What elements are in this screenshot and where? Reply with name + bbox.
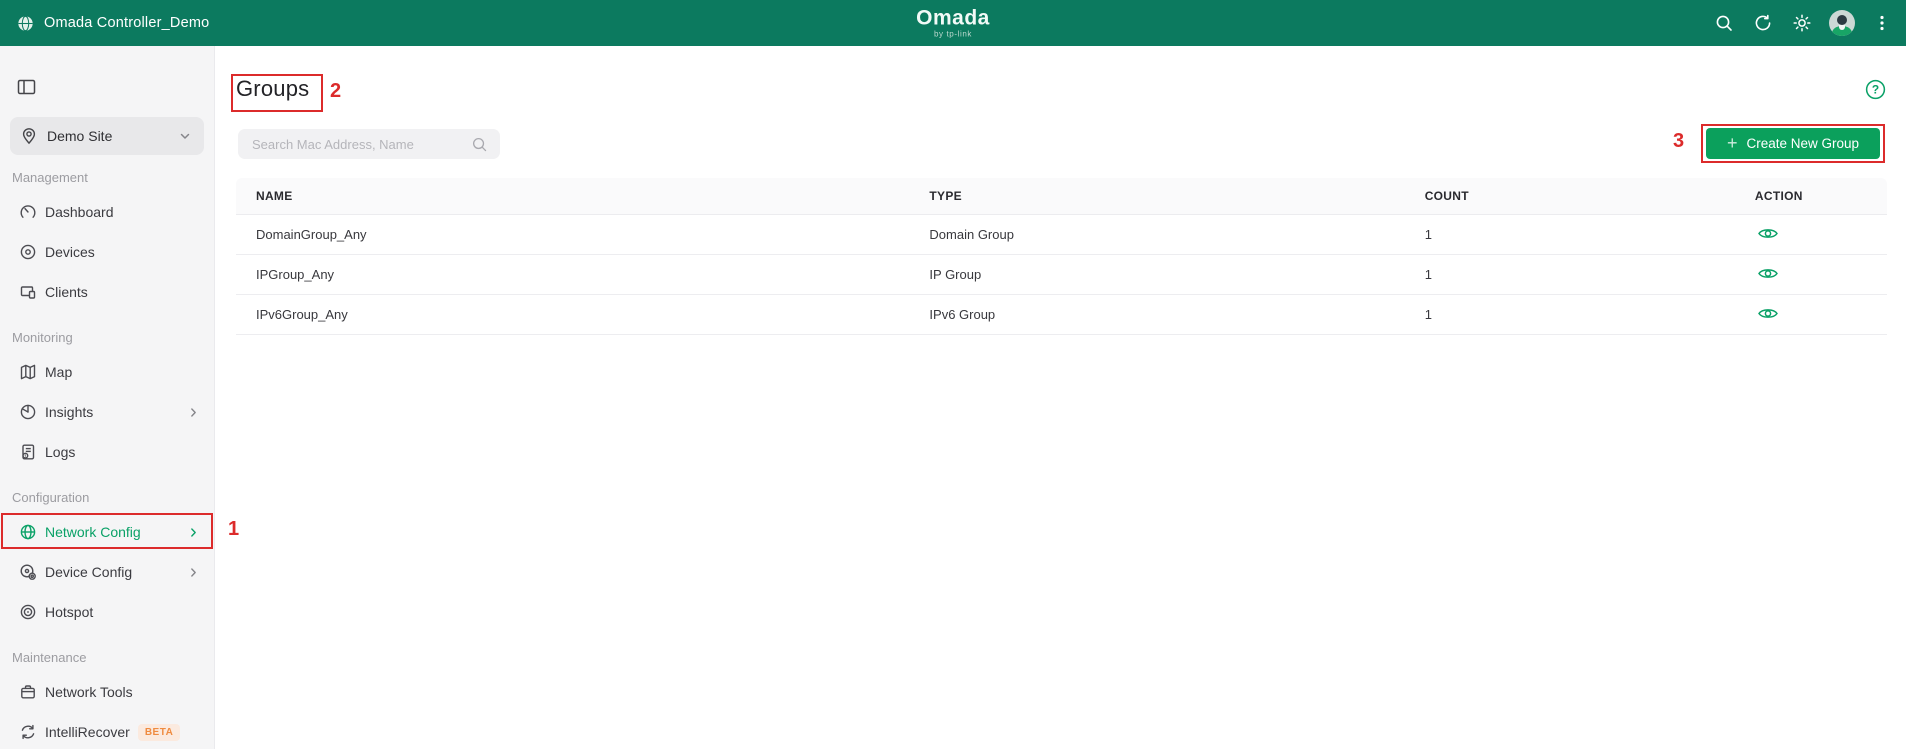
user-avatar[interactable]: [1829, 10, 1855, 36]
column-header-count: COUNT: [1425, 178, 1755, 214]
sidebar: Demo Site Management Dashboard: [0, 46, 215, 749]
group-search: [238, 129, 500, 159]
site-selector-label: Demo Site: [47, 128, 178, 144]
map-icon: [19, 363, 37, 381]
group-count: 1: [1425, 294, 1755, 334]
omada-controller-page: Omada Controller_Demo Omada by tp-link: [0, 0, 1906, 749]
omada-logo-text: Omada: [916, 8, 990, 29]
chevron-right-icon: [187, 526, 200, 539]
table-row: DomainGroup_Any Domain Group 1: [236, 214, 1887, 254]
sidebar-item-label: Network Tools: [45, 684, 200, 700]
device-config-icon: [19, 563, 37, 581]
sidebar-item-intellirecover[interactable]: IntelliRecover BETA: [0, 712, 214, 749]
controller-globe-icon: [17, 15, 34, 32]
beta-badge: BETA: [138, 724, 180, 741]
group-name: IPGroup_Any: [236, 254, 929, 294]
column-header-type: TYPE: [929, 178, 1424, 214]
topbar-actions: [1712, 0, 1894, 46]
group-name: IPv6Group_Any: [236, 294, 929, 334]
column-header-action: ACTION: [1755, 178, 1887, 214]
omada-logo: Omada by tp-link: [916, 8, 990, 39]
toolbox-icon: [19, 683, 37, 701]
help-circle-icon[interactable]: ?: [1865, 79, 1886, 100]
chevron-right-icon: [187, 566, 200, 579]
sidebar-item-label: Hotspot: [45, 604, 200, 620]
chevron-right-icon: [187, 406, 200, 419]
sidebar-item-label: Logs: [45, 444, 200, 460]
theme-icon[interactable]: [1790, 11, 1814, 35]
sidebar-item-label: Map: [45, 364, 200, 380]
sidebar-item-device-config[interactable]: Device Config: [0, 552, 214, 592]
plus-icon: +: [1727, 134, 1738, 152]
search-input[interactable]: [238, 137, 471, 152]
logs-icon: [19, 443, 37, 461]
controller-identity: Omada Controller_Demo: [0, 15, 209, 32]
site-selector[interactable]: Demo Site: [10, 117, 204, 155]
hotspot-icon: [19, 603, 37, 621]
topbar: Omada Controller_Demo Omada by tp-link: [0, 0, 1906, 46]
section-maintenance: Maintenance: [0, 644, 214, 672]
sidebar-item-network-config[interactable]: Network Config: [0, 512, 214, 552]
devices-icon: [19, 243, 37, 261]
group-type: IPv6 Group: [929, 294, 1424, 334]
section-monitoring: Monitoring: [0, 324, 214, 352]
create-new-group-button[interactable]: + Create New Group: [1706, 128, 1880, 159]
annotation-number-step2: 2: [330, 80, 341, 103]
panel-collapse-icon[interactable]: [17, 78, 37, 96]
refresh-icon[interactable]: [1751, 11, 1775, 35]
create-new-group-label: Create New Group: [1746, 136, 1859, 151]
sidebar-item-label: Devices: [45, 244, 200, 260]
sidebar-item-hotspot[interactable]: Hotspot: [0, 592, 214, 632]
groups-table: NAME TYPE COUNT ACTION DomainGroup_Any D…: [236, 178, 1887, 335]
annotation-number-step1: 1: [228, 518, 239, 541]
chevron-down-icon: [178, 129, 192, 143]
dashboard-icon: [19, 203, 37, 221]
sync-icon: [19, 723, 37, 741]
sidebar-item-label: Insights: [45, 404, 187, 420]
svg-text:?: ?: [1872, 83, 1879, 97]
omada-logo-subtext: by tp-link: [916, 31, 990, 39]
group-type: Domain Group: [929, 214, 1424, 254]
sidebar-item-dashboard[interactable]: Dashboard: [0, 192, 214, 232]
group-name: DomainGroup_Any: [236, 214, 929, 254]
sidebar-item-insights[interactable]: Insights: [0, 392, 214, 432]
search-icon[interactable]: [1712, 11, 1736, 35]
more-vertical-icon[interactable]: [1870, 11, 1894, 35]
eye-icon[interactable]: [1755, 264, 1781, 283]
clients-icon: [19, 283, 37, 301]
location-pin-icon: [20, 127, 38, 145]
sidebar-item-devices[interactable]: Devices: [0, 232, 214, 272]
table-row: IPGroup_Any IP Group 1: [236, 254, 1887, 294]
sidebar-item-network-tools[interactable]: Network Tools: [0, 672, 214, 712]
controller-title: Omada Controller_Demo: [44, 15, 209, 31]
table-row: IPv6Group_Any IPv6 Group 1: [236, 294, 1887, 334]
sidebar-item-label: Network Config: [45, 524, 187, 540]
sidebar-item-label: Clients: [45, 284, 200, 300]
search-icon[interactable]: [471, 136, 488, 153]
page-title: Groups: [236, 76, 309, 102]
section-configuration: Configuration: [0, 484, 214, 512]
group-count: 1: [1425, 254, 1755, 294]
sidebar-item-label: Dashboard: [45, 204, 200, 220]
section-management: Management: [0, 164, 214, 192]
group-type: IP Group: [929, 254, 1424, 294]
table-header: NAME TYPE COUNT ACTION: [236, 178, 1887, 214]
main-content: Groups ? + Create New Group NAME: [215, 46, 1906, 749]
annotation-number-step3: 3: [1673, 130, 1684, 153]
eye-icon[interactable]: [1755, 304, 1781, 323]
sidebar-item-label: Device Config: [45, 564, 187, 580]
eye-icon[interactable]: [1755, 224, 1781, 243]
sidebar-item-logs[interactable]: Logs: [0, 432, 214, 472]
sidebar-item-map[interactable]: Map: [0, 352, 214, 392]
insights-icon: [19, 403, 37, 421]
sidebar-item-clients[interactable]: Clients: [0, 272, 214, 312]
column-header-name: NAME: [236, 178, 929, 214]
sidebar-item-label: IntelliRecover: [45, 724, 130, 740]
globe-icon: [19, 523, 37, 541]
group-count: 1: [1425, 214, 1755, 254]
